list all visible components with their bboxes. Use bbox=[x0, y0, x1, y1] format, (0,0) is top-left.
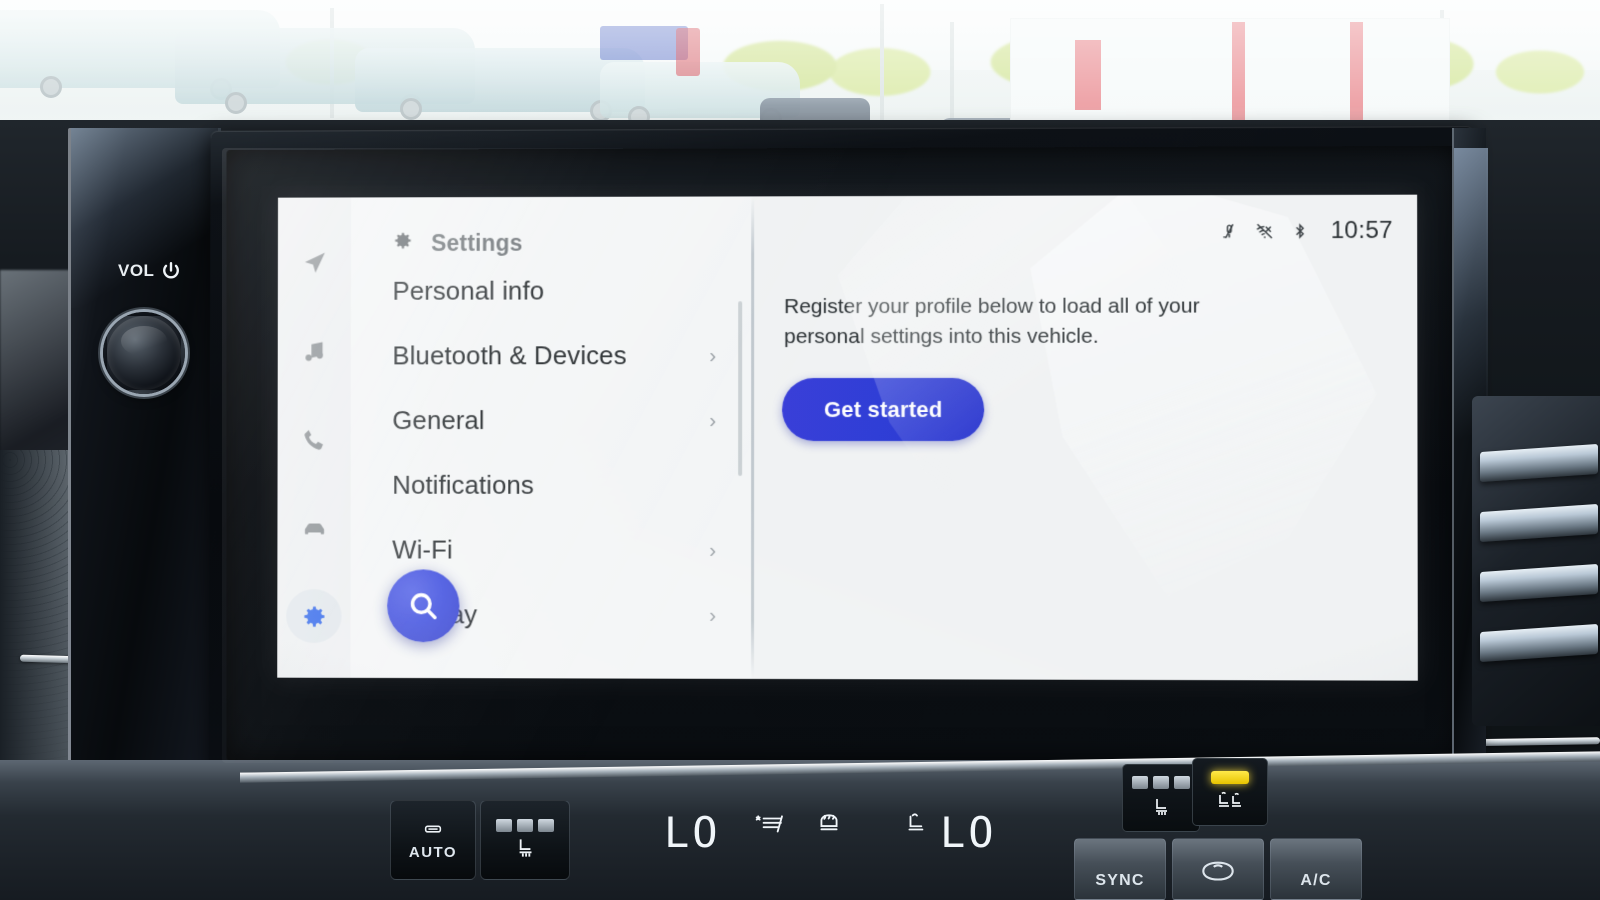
seat-heat-level-led bbox=[496, 819, 512, 832]
gear-icon bbox=[393, 230, 414, 256]
status-bar: 10:57 bbox=[1221, 217, 1393, 245]
car-icon bbox=[304, 523, 324, 534]
seat-heat-level-led bbox=[538, 819, 554, 832]
bluetooth-icon bbox=[1291, 222, 1309, 240]
search-fab-button[interactable] bbox=[387, 569, 460, 643]
app-rail bbox=[277, 197, 352, 678]
climate-right-readout: LO bbox=[940, 808, 997, 857]
climate-indicator-icons bbox=[752, 812, 846, 838]
seat-airflow-icon bbox=[1219, 791, 1241, 807]
auto-vent-icon bbox=[424, 825, 442, 833]
page-title: Settings bbox=[431, 229, 523, 256]
air-vent-group bbox=[1472, 396, 1600, 730]
climate-seat-airflow-indicator bbox=[900, 810, 934, 836]
settings-detail-panel: 10:57 Register your profile below to loa… bbox=[754, 194, 1418, 681]
rail-item-navigation[interactable] bbox=[287, 235, 342, 289]
climate-seat-ventilation-button[interactable] bbox=[1192, 758, 1268, 826]
recirculate-icon bbox=[1202, 861, 1234, 881]
seat-heat-level-led bbox=[1132, 776, 1148, 789]
rail-item-settings[interactable] bbox=[286, 589, 342, 643]
seat-heat-level-led bbox=[517, 819, 533, 832]
seat-heat-level-led bbox=[1153, 776, 1169, 789]
chevron-right-icon: › bbox=[709, 343, 717, 367]
climate-ac-label: A/C bbox=[1300, 872, 1332, 889]
climate-recirculate-button[interactable] bbox=[1172, 838, 1264, 900]
status-clock: 10:57 bbox=[1330, 216, 1393, 245]
detail-description: Register your profile below to load all … bbox=[784, 294, 1200, 348]
climate-sync-label: SYNC bbox=[1095, 872, 1145, 889]
heated-seat-icon bbox=[1156, 799, 1167, 815]
volume-knob-housing bbox=[68, 128, 221, 778]
screen-reflection-ghost bbox=[974, 195, 1377, 597]
list-scrollbar[interactable] bbox=[738, 301, 743, 476]
microphone-muted-icon bbox=[1221, 222, 1239, 240]
settings-item-label: Personal info bbox=[392, 275, 545, 306]
left-temperature-value: LO bbox=[664, 808, 721, 857]
get-started-button[interactable]: Get started bbox=[782, 377, 985, 442]
climate-ac-button[interactable]: A/C bbox=[1270, 838, 1362, 900]
climate-auto-label: AUTO bbox=[408, 844, 458, 861]
power-icon bbox=[163, 262, 180, 279]
settings-item-personal-info[interactable]: Personal info bbox=[351, 258, 752, 323]
climate-auto-button[interactable]: AUTO bbox=[390, 800, 476, 880]
settings-item-label: Bluetooth & Devices bbox=[392, 340, 627, 371]
rail-item-vehicle[interactable] bbox=[286, 501, 341, 555]
music-note-icon bbox=[305, 341, 323, 361]
right-temperature-value: LO bbox=[940, 808, 997, 857]
climate-sync-button[interactable]: SYNC bbox=[1074, 838, 1166, 900]
panel-divider bbox=[751, 196, 755, 679]
chevron-right-icon: › bbox=[709, 538, 717, 562]
climate-passenger-seat-heat-button[interactable] bbox=[1122, 764, 1200, 832]
rear-defrost-icon bbox=[820, 814, 838, 831]
navigation-arrow-icon bbox=[304, 252, 325, 273]
settings-item-label: Notifications bbox=[392, 469, 534, 500]
volume-label: VOL bbox=[118, 261, 155, 280]
active-indicator-led bbox=[1211, 771, 1249, 784]
infotainment-screen: Settings Personal info Bluetooth & Devic… bbox=[277, 194, 1418, 681]
volume-label-group: VOL bbox=[118, 260, 208, 282]
volume-knob[interactable] bbox=[103, 312, 185, 394]
vehicle-interior-photo: VOL Settings Personal info Bluetooth & D… bbox=[0, 0, 1600, 900]
rail-item-phone[interactable] bbox=[286, 412, 341, 466]
climate-left-readout: LO bbox=[664, 808, 721, 857]
settings-item-notifications[interactable]: Notifications bbox=[351, 453, 752, 518]
wifi-off-icon bbox=[1256, 222, 1274, 240]
phone-handset-icon bbox=[304, 429, 323, 450]
settings-item-general[interactable]: General › bbox=[351, 388, 752, 453]
rail-item-media[interactable] bbox=[287, 324, 342, 378]
seat-heat-level-led bbox=[1174, 776, 1190, 789]
climate-driver-seat-heat-button[interactable] bbox=[480, 800, 570, 880]
chevron-right-icon: › bbox=[709, 603, 717, 627]
search-icon bbox=[407, 589, 440, 622]
settings-item-label: General bbox=[392, 405, 485, 436]
front-defrost-icon bbox=[755, 815, 783, 833]
chevron-right-icon: › bbox=[709, 408, 717, 432]
settings-item-label: Wi-Fi bbox=[392, 534, 453, 565]
settings-item-bluetooth-devices[interactable]: Bluetooth & Devices › bbox=[351, 323, 752, 388]
seat-airflow-icon bbox=[908, 813, 924, 831]
heated-seat-icon bbox=[519, 839, 532, 857]
gear-icon bbox=[303, 605, 324, 627]
settings-list-header: Settings bbox=[351, 196, 752, 259]
